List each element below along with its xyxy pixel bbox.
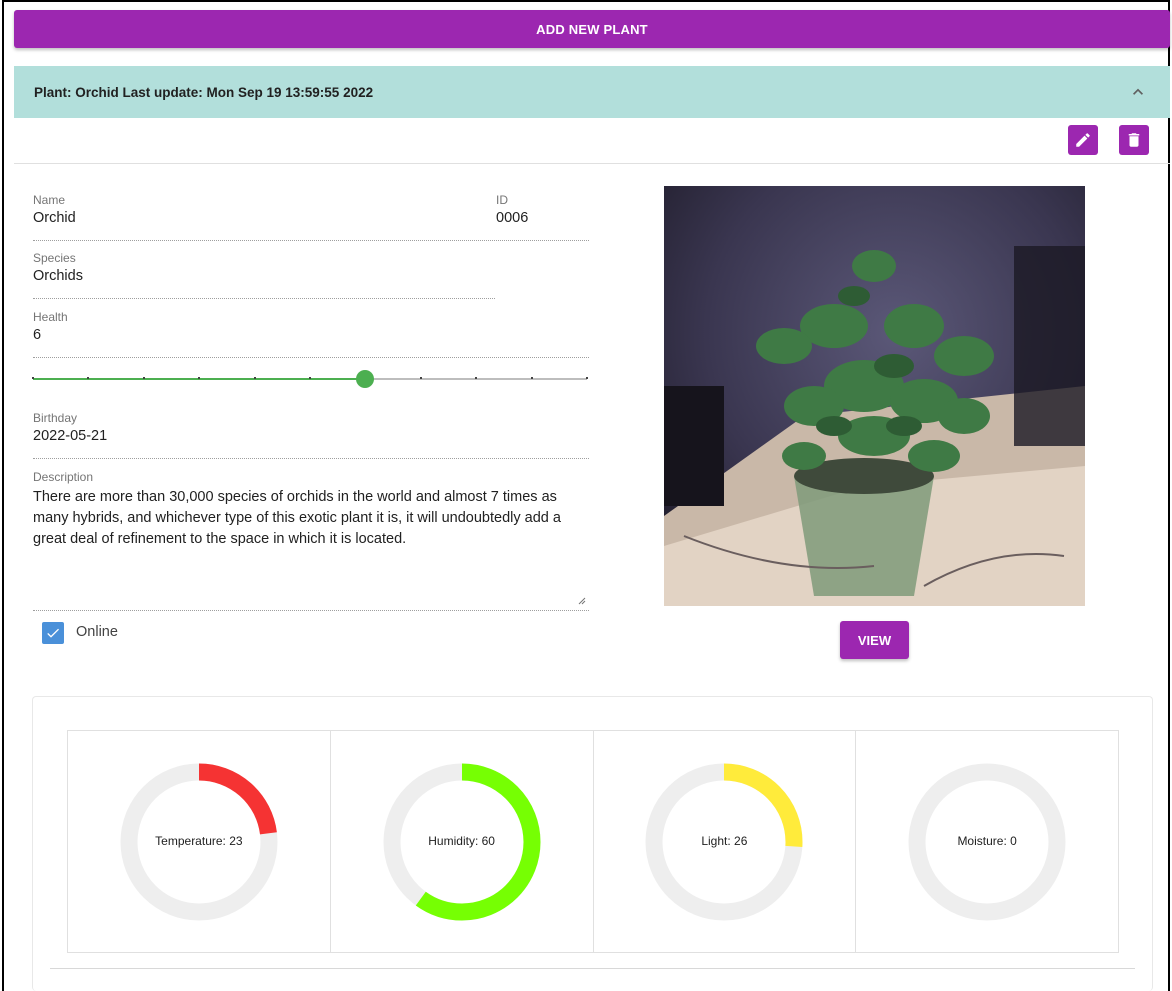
gauge-cell: Moisture: 0 xyxy=(856,731,1118,952)
name-field[interactable]: Name Orchid xyxy=(33,193,76,226)
species-label: Species xyxy=(33,251,76,265)
health-slider[interactable] xyxy=(32,370,588,388)
health-slider-tick xyxy=(32,377,34,379)
health-slider-tick xyxy=(198,377,201,379)
description-field[interactable]: Description xyxy=(33,470,93,484)
id-value: 0006 xyxy=(496,210,529,226)
gauge-cell: Temperature: 23 xyxy=(68,731,331,952)
birthday-label: Birthday xyxy=(33,411,78,425)
health-slider-tick xyxy=(142,377,145,379)
view-photo-button[interactable]: VIEW xyxy=(840,621,909,659)
resize-grip-icon[interactable] xyxy=(578,597,586,605)
sensor-gauges: Temperature: 23 Humidity: 60 Light: 26 Mois… xyxy=(67,730,1119,953)
health-slider-tick xyxy=(419,377,422,379)
birthday-value: 2022-05-21 xyxy=(33,428,108,444)
plant-panel-header[interactable]: Plant: Orchid Last update: Mon Sep 19 13… xyxy=(14,66,1170,118)
name-value: Orchid xyxy=(33,210,76,226)
gauge-label: Moisture: 0 xyxy=(957,834,1017,848)
health-slider-tick xyxy=(586,377,588,379)
health-slider-tick xyxy=(309,377,311,379)
gauge-cell: Humidity: 60 xyxy=(331,731,594,952)
health-slider-tick xyxy=(475,377,478,379)
chevron-up-icon[interactable] xyxy=(1128,82,1148,102)
trash-icon xyxy=(1128,133,1140,147)
pencil-icon xyxy=(1076,133,1090,147)
birthday-underline xyxy=(33,458,589,459)
name-label: Name xyxy=(33,193,66,207)
health-underline xyxy=(33,357,589,358)
species-underline xyxy=(33,298,495,299)
online-label: Online xyxy=(76,624,118,640)
birthday-field[interactable]: Birthday 2022-05-21 xyxy=(33,411,107,444)
health-slider-tick xyxy=(253,377,256,379)
delete-button[interactable] xyxy=(1119,125,1149,155)
panel-actions xyxy=(14,118,1170,164)
online-checkbox[interactable] xyxy=(42,622,64,644)
gauge-cell: Light: 26 xyxy=(594,731,857,952)
id-label: ID xyxy=(496,193,508,207)
name-underline xyxy=(33,240,589,241)
add-new-plant-button[interactable]: ADD NEW PLANT xyxy=(14,10,1170,48)
species-value: Orchids xyxy=(33,268,83,284)
gauge-label: Temperature: 23 xyxy=(155,834,243,848)
description-underline xyxy=(33,610,589,611)
health-value: 6 xyxy=(33,327,42,343)
description-label: Description xyxy=(33,470,94,484)
species-field[interactable]: Species Orchids xyxy=(33,251,83,284)
gauge-label: Humidity: 60 xyxy=(428,834,495,848)
card-divider xyxy=(50,968,1135,969)
description-textarea[interactable]: There are more than 30,000 species of or… xyxy=(33,487,589,550)
plant-image xyxy=(664,186,1085,606)
id-field: ID 0006 xyxy=(496,193,528,226)
health-slider-tick xyxy=(530,377,533,379)
health-slider-tick xyxy=(87,377,90,379)
edit-button[interactable] xyxy=(1068,125,1098,155)
health-field[interactable]: Health 6 xyxy=(33,310,68,343)
plant-photo xyxy=(664,186,1085,606)
panel-title: Plant: Orchid Last update: Mon Sep 19 13… xyxy=(34,84,374,100)
health-label: Health xyxy=(33,310,68,324)
gauge-label: Light: 26 xyxy=(701,834,748,848)
checkmark-icon xyxy=(47,628,59,638)
